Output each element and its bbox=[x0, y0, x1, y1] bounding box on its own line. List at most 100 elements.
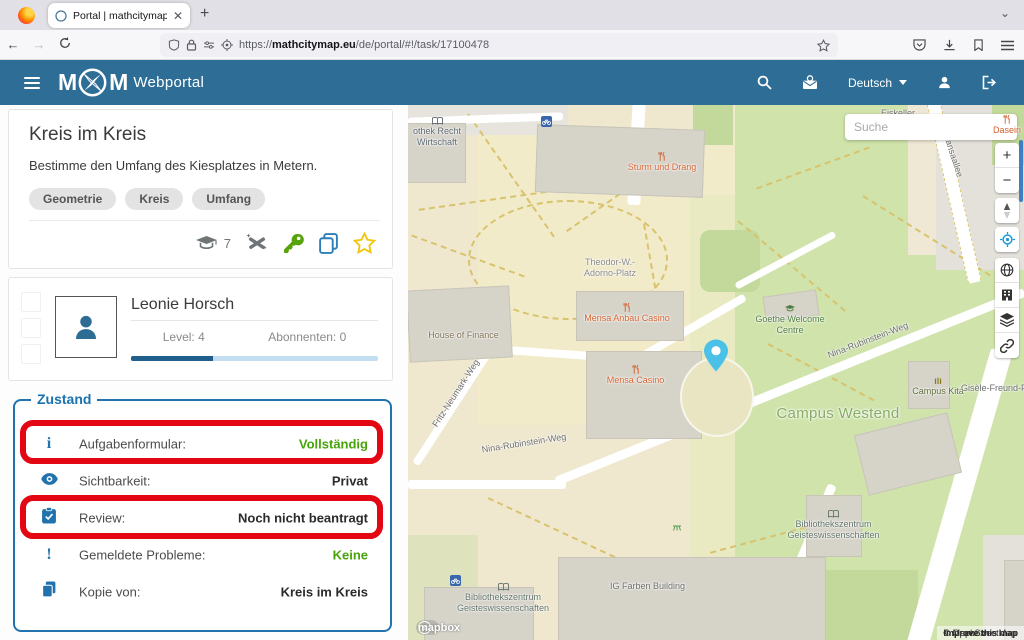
badge-placeholder bbox=[21, 344, 41, 364]
picnic-site-icon bbox=[672, 518, 682, 536]
layers-icon[interactable] bbox=[995, 308, 1019, 333]
key-icon[interactable] bbox=[283, 233, 304, 254]
status-row-sichtbarkeit: Sichtbarkeit: Privat bbox=[15, 462, 390, 499]
shield-icon[interactable] bbox=[168, 39, 180, 51]
mcm-logo[interactable]: M M Webportal bbox=[58, 67, 204, 98]
tag-pill[interactable]: Geometrie bbox=[29, 188, 116, 210]
chevron-down-icon bbox=[899, 80, 907, 85]
app-navbar: M M Webportal Deutsch bbox=[0, 60, 1024, 105]
compass-icon[interactable] bbox=[995, 198, 1019, 223]
graduation-cap-icon bbox=[785, 305, 795, 313]
page-title: Kreis im Kreis bbox=[29, 124, 146, 146]
zoom-in-button[interactable]: + bbox=[995, 143, 1019, 168]
new-tab-button[interactable]: + bbox=[200, 5, 209, 23]
map-attribution: © Mapbox © OpenStreetMap Improve this ma… bbox=[937, 626, 1024, 640]
bookmark-star-icon[interactable] bbox=[817, 39, 830, 52]
tab-close-icon[interactable]: ✕ bbox=[173, 10, 183, 22]
tag-pill[interactable]: Umfang bbox=[192, 188, 265, 210]
divider bbox=[131, 320, 378, 321]
status-row-probleme: ! Gemeldete Probleme: Keine bbox=[15, 536, 390, 573]
menu-icon[interactable] bbox=[1001, 40, 1014, 51]
map-canvas[interactable]: Eiskeller Dasein othek Recht Wirtschaft … bbox=[408, 105, 1024, 640]
map-label-house-of-finance: House of Finance bbox=[416, 330, 511, 341]
logo-m-right: M bbox=[109, 69, 127, 96]
author-name: Leonie Horsch bbox=[131, 296, 234, 314]
url-bar[interactable]: https://mathcitymap.eu/de/portal/#!/task… bbox=[160, 33, 838, 57]
task-actions: 7 bbox=[195, 232, 376, 254]
tab-strip: Portal | mathcitymap.eu ✕ + ⌄ bbox=[0, 0, 1024, 30]
page-scrollbar-thumb[interactable] bbox=[1019, 140, 1023, 202]
map-poi-bibliothekszentrum-2: Bibliothekszentrum Geisteswissenschaften bbox=[453, 583, 553, 614]
level-progress-fill bbox=[131, 356, 213, 361]
link-icon[interactable] bbox=[995, 333, 1019, 358]
tag-list: Geometrie Kreis Umfang bbox=[29, 188, 265, 210]
tag-pill[interactable]: Kreis bbox=[125, 188, 183, 210]
bicycle-parking-icon bbox=[450, 575, 461, 586]
language-selector[interactable]: Deutsch bbox=[848, 76, 907, 90]
buildings-3d-icon[interactable] bbox=[995, 283, 1019, 308]
browser-window: Portal | mathcitymap.eu ✕ + ⌄ ← → https:… bbox=[0, 0, 1024, 640]
firefox-icon[interactable] bbox=[18, 7, 35, 24]
author-level: Level: 4 bbox=[163, 330, 205, 344]
map-poi-bibliothekszentrum-1: Bibliothekszentrum Geisteswissenschaften bbox=[786, 510, 881, 541]
author-subscribers: Abonnenten: 0 bbox=[268, 330, 346, 344]
restaurant-icon bbox=[658, 152, 666, 161]
account-icon[interactable] bbox=[937, 75, 952, 90]
map-label-ig-farben: IG Farben Building bbox=[590, 581, 705, 592]
geolocate-control bbox=[995, 227, 1019, 252]
divider bbox=[29, 220, 380, 221]
map-label-adorno-platz: Theodor-W.- Adorno-Platz bbox=[570, 257, 650, 279]
map-poi-sturm-und-drang: Sturm und Drang bbox=[613, 152, 711, 173]
download-icon[interactable] bbox=[943, 39, 956, 51]
permissions-icon[interactable] bbox=[203, 40, 215, 50]
annotation-highlight-review bbox=[20, 495, 383, 539]
level-progress-bar bbox=[131, 356, 378, 361]
zoom-out-button[interactable]: − bbox=[995, 168, 1019, 193]
library-icon bbox=[498, 583, 509, 591]
geolocate-icon[interactable] bbox=[995, 227, 1019, 252]
tab-favicon-compass-icon bbox=[55, 10, 67, 22]
back-button[interactable]: ← bbox=[0, 37, 26, 52]
language-label: Deutsch bbox=[848, 76, 892, 90]
task-location-marker[interactable] bbox=[704, 339, 728, 377]
logout-icon[interactable] bbox=[982, 75, 998, 90]
task-usage-count: 7 bbox=[224, 236, 231, 251]
person-icon bbox=[70, 311, 102, 343]
favorite-star-icon[interactable] bbox=[353, 232, 376, 254]
restaurant-icon bbox=[632, 365, 640, 374]
toolbar-right-icons bbox=[913, 30, 1014, 60]
compass-control bbox=[995, 198, 1019, 223]
save-page-icon[interactable] bbox=[973, 39, 984, 51]
search-icon[interactable] bbox=[757, 75, 772, 90]
task-card: Kreis im Kreis Bestimme den Umfang des K… bbox=[8, 109, 393, 269]
sidebar-menu-icon[interactable] bbox=[24, 77, 40, 89]
restaurant-icon bbox=[623, 303, 631, 312]
globe-icon[interactable] bbox=[995, 258, 1019, 283]
map-poi-bibliothek-recht: othek Recht Wirtschaft bbox=[408, 117, 474, 148]
copy-icon[interactable] bbox=[319, 233, 338, 254]
status-panel-legend: Zustand bbox=[31, 391, 97, 407]
status-row-kopie: Kopie von: Kreis im Kreis bbox=[15, 573, 390, 610]
map-label-gisele-freund: Gisèle-Freund-Platz bbox=[961, 383, 1024, 394]
map-label-campus-westend: Campus Westend bbox=[758, 405, 918, 423]
inbox-icon[interactable] bbox=[802, 75, 818, 90]
url-text: https://mathcitymap.eu/de/portal/#!/task… bbox=[239, 39, 811, 51]
restaurant-icon bbox=[1003, 115, 1011, 124]
attribution-osm[interactable]: © OpenStreetMap bbox=[943, 628, 1016, 638]
active-tab[interactable]: Portal | mathcitymap.eu ✕ bbox=[48, 3, 190, 28]
reload-button[interactable] bbox=[52, 37, 78, 52]
forward-button[interactable]: → bbox=[26, 37, 52, 52]
location-permission-icon[interactable] bbox=[221, 39, 233, 51]
author-card[interactable]: Leonie Horsch Level: 4 Abonnenten: 0 bbox=[8, 277, 393, 381]
pocket-icon[interactable] bbox=[913, 39, 926, 51]
lock-icon[interactable] bbox=[186, 39, 197, 51]
tab-list-chevron-icon[interactable]: ⌄ bbox=[1000, 6, 1010, 20]
tools-icon[interactable] bbox=[246, 233, 268, 253]
graduation-cap-icon bbox=[195, 235, 218, 251]
author-meta: Level: 4 Abonnenten: 0 bbox=[131, 330, 378, 344]
browser-toolbar: ← → https://mathcitymap.eu/de/portal/#!/… bbox=[0, 30, 1024, 60]
exclamation-icon: ! bbox=[39, 546, 59, 564]
task-description: Bestimme den Umfang des Kiesplatzes in M… bbox=[29, 158, 317, 173]
mapbox-logo[interactable]: m mapbox bbox=[416, 620, 439, 635]
eye-icon bbox=[39, 472, 59, 490]
